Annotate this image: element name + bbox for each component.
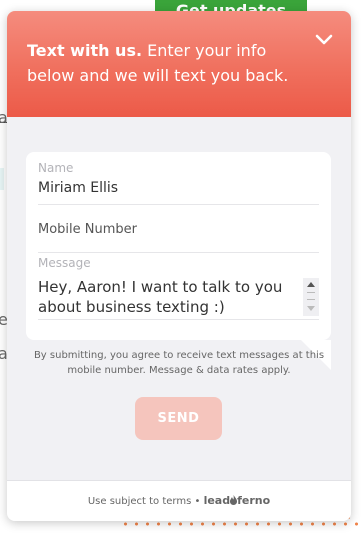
name-field[interactable]: Name Miriam Ellis bbox=[38, 161, 319, 205]
leadferno-logo[interactable]: lead ferno bbox=[204, 494, 271, 507]
name-value: Miriam Ellis bbox=[38, 180, 119, 196]
background-tint bbox=[0, 168, 4, 190]
consent-text: By submitting, you agree to receive text… bbox=[33, 350, 325, 376]
scroll-up-icon[interactable] bbox=[307, 282, 315, 287]
form-card: Name Miriam Ellis Mobile Number Message … bbox=[26, 152, 331, 340]
scroll-thumb[interactable] bbox=[307, 292, 315, 300]
mobile-number-placeholder: Mobile Number bbox=[38, 222, 137, 237]
message-label: Message bbox=[38, 256, 91, 270]
brand-right: ferno bbox=[237, 494, 271, 507]
collapse-button[interactable] bbox=[313, 28, 335, 50]
message-scrollbar[interactable] bbox=[303, 278, 319, 316]
chevron-down-icon bbox=[315, 34, 333, 45]
brand-left: lead bbox=[203, 494, 231, 507]
mobile-number-field[interactable]: Mobile Number bbox=[38, 205, 319, 253]
footer-separator: • bbox=[194, 496, 201, 507]
widget-footer: Use subject to terms • lead ferno bbox=[7, 480, 351, 521]
send-button[interactable]: SEND bbox=[135, 397, 222, 440]
decorative-dots bbox=[120, 521, 360, 527]
text-us-widget: Text with us. Enter your info below and … bbox=[7, 11, 351, 521]
name-label: Name bbox=[38, 161, 74, 175]
scroll-down-icon[interactable] bbox=[307, 306, 315, 311]
widget-header: Text with us. Enter your info below and … bbox=[7, 11, 351, 117]
message-field[interactable]: Message Hey, Aaron! I want to talk to yo… bbox=[38, 256, 319, 320]
terms-link[interactable]: Use subject to terms bbox=[88, 496, 191, 507]
message-value: Hey, Aaron! I want to talk to you about … bbox=[38, 278, 283, 316]
header-bold-text: Text with us. bbox=[27, 41, 143, 60]
header-text: Text with us. Enter your info below and … bbox=[27, 38, 317, 88]
